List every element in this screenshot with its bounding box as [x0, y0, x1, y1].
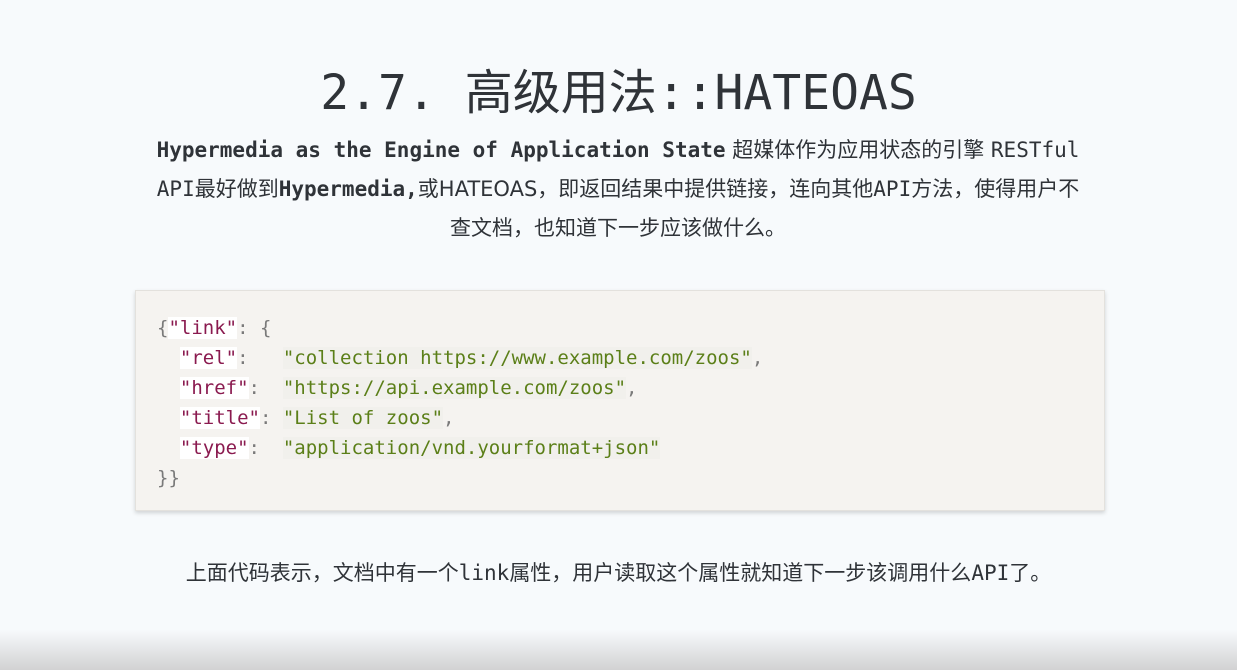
json-value-href: "https://api.example.com/zoos": [282, 377, 627, 399]
intro-chinese-term: 超媒体作为应用状态的引擎: [732, 138, 985, 162]
json-key-title: "title": [179, 407, 260, 429]
explanation-text-part: 属性，用户读取这个属性就知道下一步该调用什么: [509, 561, 972, 585]
json-key-link: "link": [168, 317, 238, 339]
intro-text-part: 查文档，也知道下一步应该做什么。: [450, 216, 786, 240]
json-comma: ,: [443, 407, 455, 429]
page-title: 2.7. 高级用法::HATEOAS: [320, 65, 917, 121]
intro-text-part: 或HATEOAS，即返回结果中提供链接，连向其他: [417, 177, 874, 201]
json-key-rel: "rel": [179, 347, 238, 369]
link-attribute-text: link: [458, 561, 510, 585]
json-punctuation: {: [157, 317, 169, 339]
json-code-block: {"link": { "rel": "collection https://ww…: [157, 313, 763, 493]
json-comma: ,: [751, 347, 764, 369]
json-key-href: "href": [179, 377, 249, 399]
json-separator: :: [237, 347, 283, 369]
api-text: API: [873, 177, 912, 201]
code-example-box: {"link": { "rel": "collection https://ww…: [135, 290, 1105, 511]
intro-text-part: 方法，使得用户不: [911, 177, 1080, 201]
json-key-type: "type": [179, 437, 249, 459]
json-separator: :: [248, 377, 283, 399]
json-comma: ,: [626, 377, 638, 399]
bottom-shadow-fade: [0, 630, 1237, 670]
restful-text: RESTful: [990, 138, 1080, 162]
explanation-text-part: 上面代码表示，文档中有一个: [185, 561, 459, 585]
api-text: API: [971, 561, 1010, 585]
intro-english-term: Hypermedia as the Engine of Application …: [156, 138, 726, 162]
json-closing-braces: }}: [157, 467, 180, 489]
intro-text-part: 最好做到: [194, 177, 279, 201]
explanation-paragraph: 上面代码表示，文档中有一个link属性，用户读取这个属性就知道下一步该调用什么A…: [0, 554, 1237, 592]
api-text: API: [156, 177, 195, 201]
intro-paragraph: Hypermedia as the Engine of Application …: [138, 131, 1098, 248]
hypermedia-text: Hypermedia,: [278, 177, 418, 201]
json-punctuation: : {: [237, 317, 272, 339]
json-value-title: "List of zoos": [282, 407, 444, 429]
json-value-type: "application/vnd.yourformat+json": [282, 437, 661, 459]
explanation-text-part: 了。: [1009, 561, 1052, 585]
json-separator: :: [248, 437, 283, 459]
json-separator: :: [259, 407, 283, 429]
json-value-rel: "collection https://www.example.com/zoos…: [282, 347, 752, 369]
document-page: 2.7. 高级用法::HATEOAS Hypermedia as the Eng…: [0, 0, 1237, 670]
